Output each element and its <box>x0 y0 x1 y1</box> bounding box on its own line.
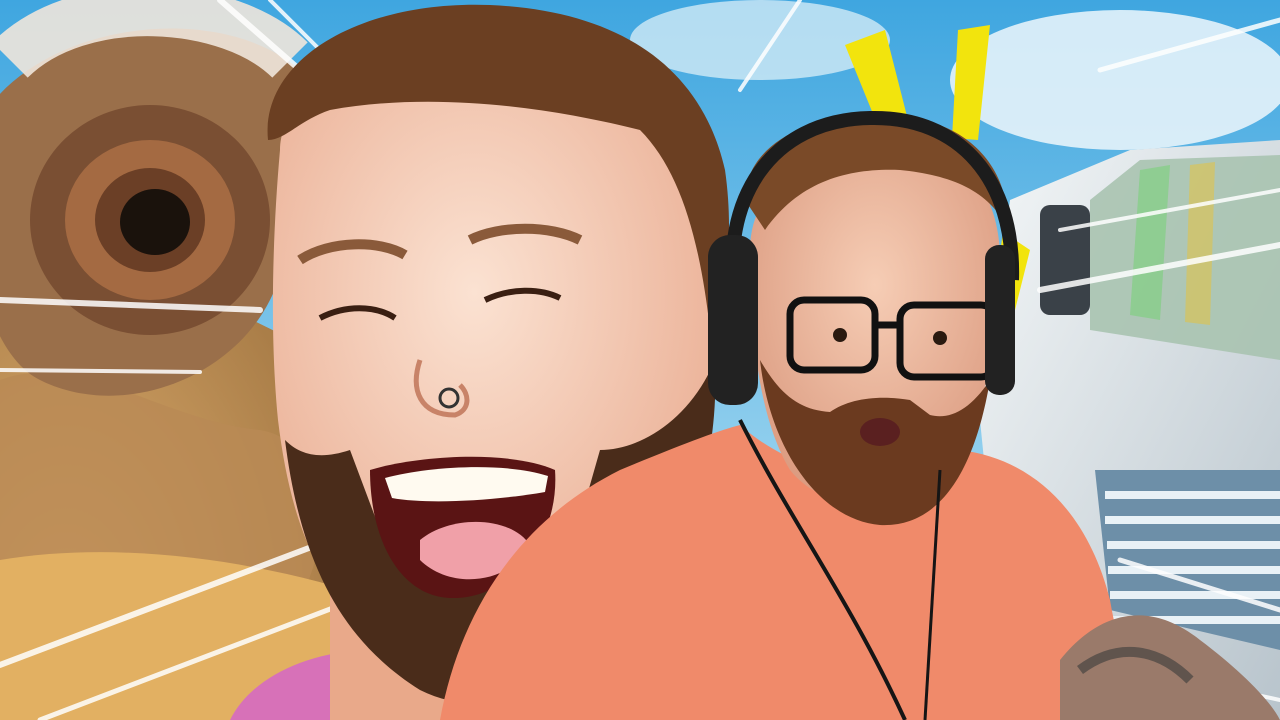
truck-windshield <box>1090 155 1280 360</box>
thumbnail-artwork <box>0 0 1280 720</box>
surprised-man-eye-right <box>933 331 947 345</box>
thumbnail-stage <box>0 0 1280 720</box>
sandworm-mouth <box>120 189 190 255</box>
truck-mirror <box>1040 205 1090 315</box>
surprised-man-mouth <box>860 418 900 446</box>
surprised-man-eye-left <box>833 328 847 342</box>
cloud <box>630 0 890 80</box>
cloud <box>950 10 1280 150</box>
